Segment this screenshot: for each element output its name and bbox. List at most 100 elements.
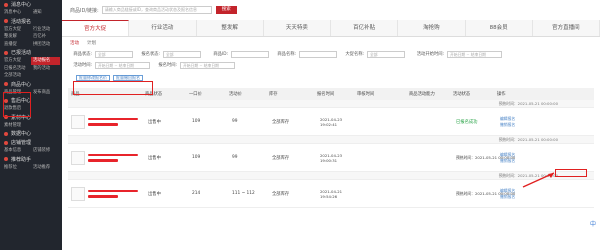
- sidebar-item[interactable]: 整发解: [2, 33, 31, 41]
- product-title-redacted: [85, 117, 145, 126]
- filter-label: 活动时间:: [73, 63, 92, 68]
- sidebar-item[interactable]: 消息中心: [2, 9, 31, 17]
- signup-time: 2021-04-21 19:54:26: [320, 188, 343, 199]
- sidebar-item[interactable]: 店铺装修: [31, 147, 60, 155]
- sidebar-item[interactable]: 基本信息: [2, 147, 31, 155]
- highlight-actions-box: [73, 81, 153, 95]
- search-bar: 商品ID/链接: 请输入商品链接或ID，查询商品活动状态及报名信息 搜索: [62, 0, 600, 20]
- activity-date-range[interactable]: 开始日期 ~ 结束日期: [95, 61, 150, 69]
- tab-whole[interactable]: 整发解: [197, 20, 264, 36]
- sidebar-item[interactable]: 推荐位: [2, 164, 31, 172]
- tab-flash-sale[interactable]: 淘抢购: [398, 20, 466, 36]
- col-act-price: 活动价: [229, 92, 242, 97]
- goods-price: 214: [192, 191, 201, 196]
- sidebar-sub-signup: 官方大促 行业活动 整发解 百亿补 直播促 拼团活动: [0, 26, 62, 49]
- promo-name-select[interactable]: 全部: [367, 50, 405, 58]
- sidebar-item[interactable]: 拼团活动: [31, 41, 60, 49]
- sidebar-item[interactable]: 通知: [31, 9, 60, 17]
- stock: 全部库存: [272, 191, 290, 197]
- ops: 编辑报名 撤销报名: [497, 116, 537, 128]
- row-head: 预热时间：2021-05-21 00:00:00: [68, 136, 594, 144]
- row-head: 预热时间：2021-05-21 00:00:00: [68, 172, 594, 180]
- star-icon: [4, 157, 8, 161]
- table-row: 预热时间：2021-05-21 00:00:00 出售中 109 99 全部库存…: [68, 136, 594, 172]
- chart-icon: [4, 131, 8, 136]
- bulk-withdraw-button[interactable]: 批量撤回报名: [113, 74, 143, 81]
- subtab-activity[interactable]: 活动: [70, 40, 79, 46]
- search-input[interactable]: 请输入商品链接或ID，查询商品活动状态及报名信息: [101, 6, 212, 14]
- col-price: 一口价: [189, 92, 202, 97]
- signup-status-select[interactable]: 全部: [163, 50, 201, 58]
- activity-time: 预热时间：2021-05-21 00:00:00: [456, 154, 516, 160]
- highlight-sidebar-box: [3, 92, 31, 117]
- tab-live-room[interactable]: 官方直播间: [533, 20, 600, 36]
- sidebar-sub-material: 素材管理: [0, 122, 62, 130]
- tab-daily-sale[interactable]: 天天特卖: [264, 20, 331, 36]
- goods-status: 出售中: [148, 155, 161, 161]
- ops: 编辑报名 撤销报名: [497, 152, 537, 164]
- filter-label: 报名时间:: [158, 63, 177, 68]
- ime-indicator[interactable]: 中: [590, 219, 596, 228]
- start-date-range[interactable]: 开始日期 ~ 结束日期: [447, 50, 502, 58]
- sidebar-item[interactable]: 素材管理: [2, 122, 31, 130]
- table-row: 预热时间：2021-05-21 00:00:00 出售中 109 99 全部库存…: [68, 100, 594, 136]
- sidebar-section-recommend[interactable]: 推荐助手: [0, 155, 62, 164]
- product-title-redacted: [85, 189, 145, 198]
- sidebar-section-goods[interactable]: 商品中心: [0, 80, 62, 89]
- sidebar-item[interactable]: 全部活动: [2, 72, 31, 80]
- row-body: 出售中 109 99 全部库存 2021-04-23 19:02:41 已报名成…: [68, 108, 594, 135]
- sidebar-item-active[interactable]: 活动报名: [31, 57, 60, 65]
- bulk-edit-price-button[interactable]: 批量修改报名价: [76, 74, 110, 81]
- sidebar-section-message[interactable]: 消息中心: [0, 0, 62, 9]
- sidebar-item[interactable]: 百亿补: [31, 33, 60, 41]
- goods-name-input[interactable]: [299, 50, 337, 58]
- sidebar-section-shop[interactable]: 店铺管理: [0, 138, 62, 147]
- activity-status: 已报名成功: [456, 119, 478, 125]
- sidebar-item[interactable]: 我的活动: [31, 65, 60, 73]
- shop-icon: [4, 140, 8, 145]
- goods-id-input[interactable]: [231, 50, 269, 58]
- col-act-status: 活动状态: [453, 92, 471, 97]
- row-body: 出售中 214 111 ~ 112 全部库存 2021-04-21 19:54:…: [68, 180, 594, 207]
- tab-industry[interactable]: 行业活动: [129, 20, 197, 36]
- sidebar-item[interactable]: 发布商品: [31, 89, 60, 97]
- signup-date-range[interactable]: 开始日期 ~ 结束日期: [180, 61, 235, 69]
- goods-status-select[interactable]: 全部: [95, 50, 133, 58]
- sidebar-item[interactable]: 已报名活动: [2, 65, 31, 73]
- stock: 全部库存: [272, 155, 290, 161]
- withdraw-signup-link[interactable]: 撤销报名: [500, 194, 537, 200]
- sidebar-section-joined[interactable]: 已报活动: [0, 48, 62, 57]
- activity-price: 111 ~ 112: [232, 191, 255, 196]
- bell-icon: [4, 2, 8, 7]
- goods-status: 出售中: [148, 191, 161, 197]
- tab-billion-subsidy[interactable]: 百亿补贴: [331, 20, 399, 36]
- tab-official-promo[interactable]: 官方大促: [62, 20, 130, 36]
- sidebar-item[interactable]: 官方大促: [2, 26, 31, 34]
- withdraw-signup-link[interactable]: 撤销报名: [500, 158, 537, 164]
- tab-88vip[interactable]: 88会员: [466, 20, 533, 36]
- filter-row: 商品状态: 全部 报名状态: 全部 商品ID: 商品名称: 大促名称: 全部 活动开始…: [70, 49, 600, 59]
- filter-label: 商品名称:: [277, 52, 296, 57]
- sidebar-section-signup[interactable]: 活动报名: [0, 17, 62, 26]
- sidebar-item[interactable]: 行业活动: [31, 26, 60, 34]
- stock: 全部库存: [272, 119, 290, 125]
- sidebar-item[interactable]: 直播促: [2, 41, 31, 49]
- sidebar-sub-recommend: 推荐位 活动推荐: [0, 164, 62, 172]
- filter-label: 报名状态:: [141, 52, 160, 57]
- product-thumbnail: [71, 114, 85, 129]
- col-ops: 操作: [497, 92, 506, 97]
- sidebar-item[interactable]: 官方大促: [2, 57, 31, 65]
- sidebar-item[interactable]: 活动推荐: [31, 164, 60, 172]
- row-body: 出售中 109 99 全部库存 2021-04-23 19:00:31 预热时间…: [68, 144, 594, 171]
- withdraw-signup-link[interactable]: 撤销报名: [500, 122, 537, 128]
- sidebar-section-data[interactable]: 数据中心: [0, 129, 62, 138]
- row-head: 预热时间：2021-05-21 00:00:00: [68, 100, 594, 108]
- filter-label: 大促名称:: [345, 52, 364, 57]
- activity-time: 预热时间：2021-05-21 00:00:00: [456, 190, 516, 196]
- tab-bar: 官方大促 行业活动 整发解 天天特卖 百亿补贴 淘抢购 88会员 官方直播间: [62, 20, 600, 37]
- subtab-plan[interactable]: 计划: [87, 40, 96, 46]
- sidebar-sub-message: 消息中心 通知: [0, 9, 62, 17]
- col-signup-time: 报名时间: [317, 92, 335, 97]
- goods-price: 109: [192, 155, 201, 160]
- search-button[interactable]: 搜索: [215, 6, 237, 14]
